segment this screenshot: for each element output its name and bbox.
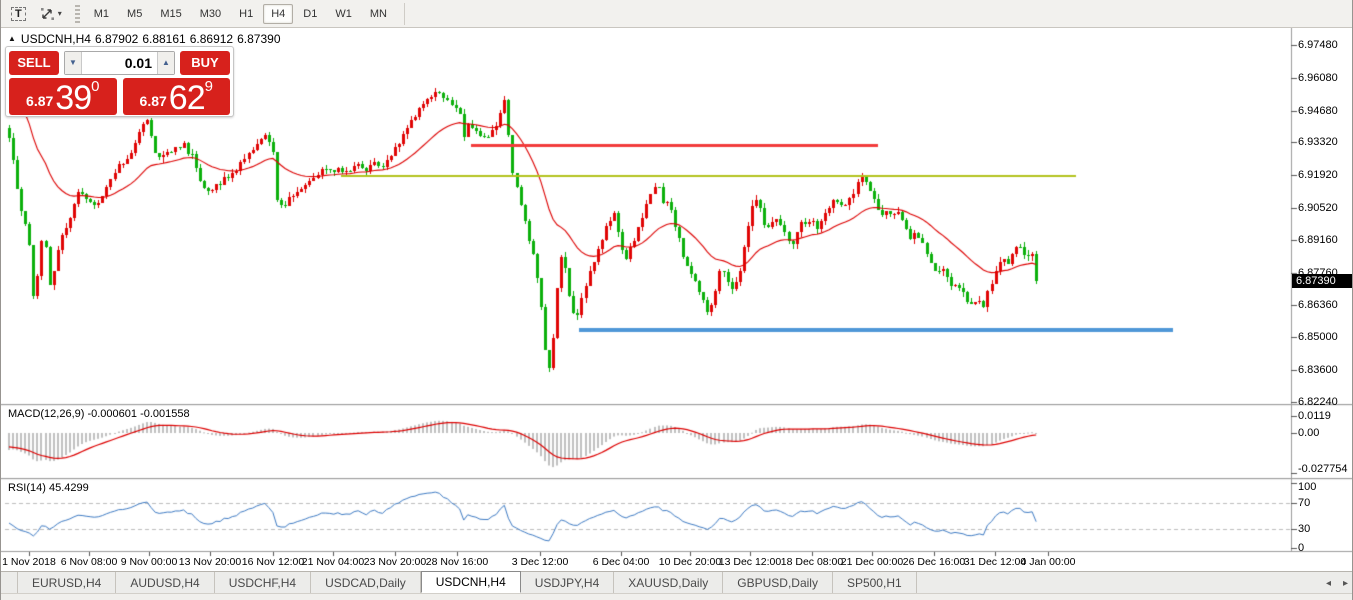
current-price-tag: 6.87390 bbox=[1292, 274, 1353, 288]
timeframe-d1[interactable]: D1 bbox=[295, 4, 325, 24]
time-axis-label: 18 Dec 08:00 bbox=[781, 556, 843, 568]
tab-audusd-h4[interactable]: AUDUSD,H4 bbox=[116, 572, 214, 593]
volume-input[interactable]: 0.01 bbox=[82, 52, 157, 74]
time-axis-label: 16 Nov 12:00 bbox=[242, 556, 304, 568]
volume-decrease-button[interactable]: ▼ bbox=[65, 52, 82, 74]
time-axis-label: 9 Nov 00:00 bbox=[121, 556, 178, 568]
arrows-icon bbox=[40, 7, 55, 21]
text-label-tool-button[interactable]: T bbox=[4, 3, 33, 25]
tab-sp500-h1[interactable]: SP500,H1 bbox=[833, 572, 917, 593]
chart-tabs: EURUSD,H4AUDUSD,H4USDCHF,H4USDCAD,DailyU… bbox=[17, 572, 917, 593]
toolbar-separator bbox=[404, 3, 405, 25]
price-axis-label: 6.85000 bbox=[1298, 331, 1338, 343]
top-toolbar: T ▾ M1M5M15M30H1H4D1W1MN bbox=[1, 0, 1353, 28]
trading-terminal-window: T ▾ M1M5M15M30H1H4D1W1MN ▲USDCNH,H46.879… bbox=[0, 0, 1353, 600]
rsi-axis-label: 70 bbox=[1298, 497, 1310, 509]
volume-increase-button[interactable]: ▲ bbox=[157, 52, 174, 74]
price-axis-label: 6.94680 bbox=[1298, 105, 1338, 117]
timeframe-m5[interactable]: M5 bbox=[119, 4, 150, 24]
price-axis-label: 6.90520 bbox=[1298, 202, 1338, 214]
macd-indicator-label: MACD(12,26,9) -0.000601 -0.001558 bbox=[8, 408, 190, 420]
time-axis-label: 13 Nov 20:00 bbox=[179, 556, 241, 568]
sell-price-big: 39 bbox=[55, 83, 91, 113]
ohlc-low: 6.86912 bbox=[190, 32, 233, 46]
buy-price-base: 6.87 bbox=[140, 93, 167, 109]
toolbar-drag-grip[interactable] bbox=[75, 5, 80, 23]
time-axis-label: 13 Dec 12:00 bbox=[719, 556, 781, 568]
time-axis-label: 4 Jan 00:00 bbox=[1021, 556, 1076, 568]
sell-price-button[interactable]: 6.87 39 0 bbox=[9, 78, 117, 115]
macd-axis-label: 0.00 bbox=[1298, 427, 1319, 439]
time-axis-label: 21 Nov 04:00 bbox=[302, 556, 364, 568]
time-axis-label: 26 Dec 16:00 bbox=[903, 556, 965, 568]
status-bar bbox=[1, 593, 1353, 600]
buy-button[interactable]: BUY bbox=[180, 51, 230, 75]
time-axis-label: 6 Dec 04:00 bbox=[593, 556, 650, 568]
price-axis-label: 6.91920 bbox=[1298, 169, 1338, 181]
time-axis-label: 10 Dec 20:00 bbox=[659, 556, 721, 568]
time-axis-label: 28 Nov 16:00 bbox=[426, 556, 488, 568]
volume-stepper: ▼ 0.01 ▲ bbox=[64, 51, 175, 75]
buy-price-sup: 9 bbox=[205, 79, 213, 94]
timeframe-m15[interactable]: M15 bbox=[152, 4, 189, 24]
arrows-tool-button[interactable]: ▾ bbox=[33, 3, 69, 25]
ohlc-close: 6.87390 bbox=[237, 32, 280, 46]
price-axis-label: 6.96080 bbox=[1298, 72, 1338, 84]
buy-price-button[interactable]: 6.87 62 9 bbox=[123, 78, 231, 115]
price-axis-label: 6.97480 bbox=[1298, 39, 1338, 51]
timeframe-h1[interactable]: H1 bbox=[231, 4, 261, 24]
buy-price-big: 62 bbox=[169, 83, 205, 113]
ohlc-open: 6.87902 bbox=[95, 32, 138, 46]
rsi-indicator-label: RSI(14) 45.4299 bbox=[8, 482, 89, 494]
sell-price-base: 6.87 bbox=[26, 93, 53, 109]
tab-eurusd-h4[interactable]: EURUSD,H4 bbox=[17, 572, 116, 593]
sell-button[interactable]: SELL bbox=[9, 51, 59, 75]
timeframe-mn[interactable]: MN bbox=[362, 4, 395, 24]
text-tool-icon: T bbox=[11, 7, 26, 21]
tab-scroll-right-icon[interactable]: ▸ bbox=[1343, 578, 1348, 589]
timeframe-m30[interactable]: M30 bbox=[192, 4, 229, 24]
price-axis-label: 6.93320 bbox=[1298, 136, 1338, 148]
tab-gbpusd-daily[interactable]: GBPUSD,Daily bbox=[723, 572, 833, 593]
tab-usdcnh-h4[interactable]: USDCNH,H4 bbox=[421, 571, 521, 593]
chart-tab-bar: EURUSD,H4AUDUSD,H4USDCHF,H4USDCAD,DailyU… bbox=[1, 571, 1353, 593]
price-axis-label: 6.83600 bbox=[1298, 364, 1338, 376]
timeframe-button-group: M1M5M15M30H1H4D1W1MN bbox=[85, 4, 396, 24]
tab-scroll-left-icon[interactable]: ◂ bbox=[1326, 578, 1331, 589]
tab-usdcad-daily[interactable]: USDCAD,Daily bbox=[311, 572, 421, 593]
time-axis-label: 23 Nov 20:00 bbox=[364, 556, 426, 568]
time-axis-label: 1 Nov 2018 bbox=[2, 556, 56, 568]
price-axis-label: 6.82240 bbox=[1298, 396, 1338, 408]
macd-axis-label: 0.0119 bbox=[1298, 410, 1331, 422]
ohlc-high: 6.88161 bbox=[142, 32, 185, 46]
timeframe-w1[interactable]: W1 bbox=[327, 4, 360, 24]
timeframe-h4[interactable]: H4 bbox=[263, 4, 293, 24]
rsi-axis-label: 30 bbox=[1298, 523, 1310, 535]
one-click-trading-panel: SELL ▼ 0.01 ▲ BUY 6.87 39 0 6.87 62 9 bbox=[5, 46, 234, 117]
timeframe-m1[interactable]: M1 bbox=[86, 4, 117, 24]
rsi-axis-label: 100 bbox=[1298, 481, 1316, 493]
dropdown-caret-icon: ▾ bbox=[58, 9, 62, 18]
time-axis-label: 21 Dec 00:00 bbox=[841, 556, 903, 568]
chart-title: ▲ USDCNH,H4 6.87902 6.88161 6.86912 6.87390 bbox=[8, 32, 285, 46]
collapse-panel-icon[interactable]: ▲ bbox=[8, 34, 16, 43]
tab-usdchf-h4[interactable]: USDCHF,H4 bbox=[215, 572, 311, 593]
tab-xauusd-daily[interactable]: XAUUSD,Daily bbox=[614, 572, 723, 593]
rsi-axis-label: 0 bbox=[1298, 542, 1304, 554]
time-axis-label: 6 Nov 08:00 bbox=[61, 556, 118, 568]
price-axis-label: 6.89160 bbox=[1298, 234, 1338, 246]
macd-axis-label: -0.027754 bbox=[1298, 463, 1348, 475]
chart-symbol-period: USDCNH,H4 bbox=[21, 32, 91, 46]
time-axis-label: 31 Dec 12:00 bbox=[964, 556, 1026, 568]
time-axis-label: 3 Dec 12:00 bbox=[512, 556, 569, 568]
sell-price-sup: 0 bbox=[91, 79, 99, 94]
price-axis-label: 6.86360 bbox=[1298, 299, 1338, 311]
tab-usdjpy-h4[interactable]: USDJPY,H4 bbox=[521, 572, 614, 593]
tab-scroll-controls: ◂ ▸ bbox=[1314, 572, 1348, 594]
